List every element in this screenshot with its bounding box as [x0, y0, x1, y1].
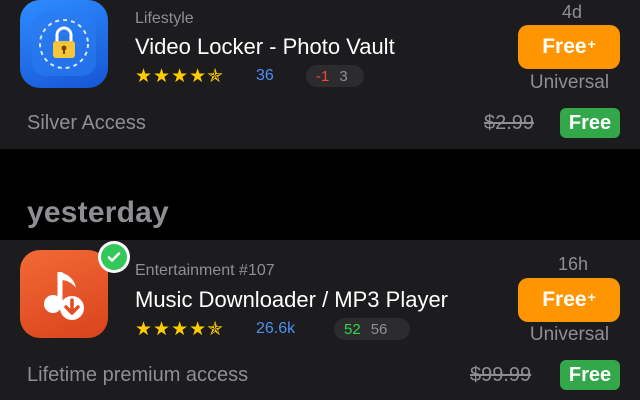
original-price: $99.99 — [470, 364, 532, 386]
lock-vault-icon[interactable] — [20, 0, 108, 88]
app-category: Entertainment #107 — [135, 262, 275, 279]
rank-pill: -1 3 — [306, 65, 364, 87]
original-price: $2.99 — [484, 112, 535, 134]
verified-badge — [98, 241, 130, 273]
music-download-icon[interactable] — [20, 250, 108, 338]
platform-label: Universal — [529, 72, 610, 93]
app-title[interactable]: Music Downloader / MP3 Player — [135, 287, 448, 313]
check-icon — [101, 244, 127, 270]
get-free-button[interactable]: Free + — [518, 25, 620, 69]
star-rating-icon: ★★★★✯ — [135, 319, 225, 340]
rank-pill: 52 56 — [334, 318, 410, 340]
access-label: Silver Access — [27, 112, 146, 134]
free-button-label: Free — [542, 288, 587, 311]
rating-count[interactable]: 26.6k — [256, 320, 295, 338]
time-ago: 16h — [557, 254, 588, 274]
plus-sign: + — [587, 36, 596, 52]
rank-change: -1 — [316, 67, 330, 85]
price-badge: Free — [560, 360, 620, 390]
platform-label: Universal — [529, 324, 610, 345]
section-header: yesterday — [27, 196, 169, 229]
price-badge: Free — [560, 108, 620, 138]
rank-value: 3 — [339, 67, 348, 85]
rank-change: 52 — [344, 320, 361, 338]
app-category: Lifestyle — [135, 10, 194, 27]
rank-value: 56 — [370, 320, 388, 338]
rating-count[interactable]: 36 — [256, 67, 274, 85]
app-title[interactable]: Video Locker - Photo Vault — [135, 34, 395, 60]
free-button-label: Free — [542, 35, 587, 58]
access-label: Lifetime premium access — [27, 364, 249, 386]
plus-sign: + — [587, 289, 596, 305]
get-free-button[interactable]: Free + — [518, 278, 620, 322]
star-rating-icon: ★★★★✯ — [135, 66, 225, 87]
time-ago: 4d — [561, 2, 582, 22]
